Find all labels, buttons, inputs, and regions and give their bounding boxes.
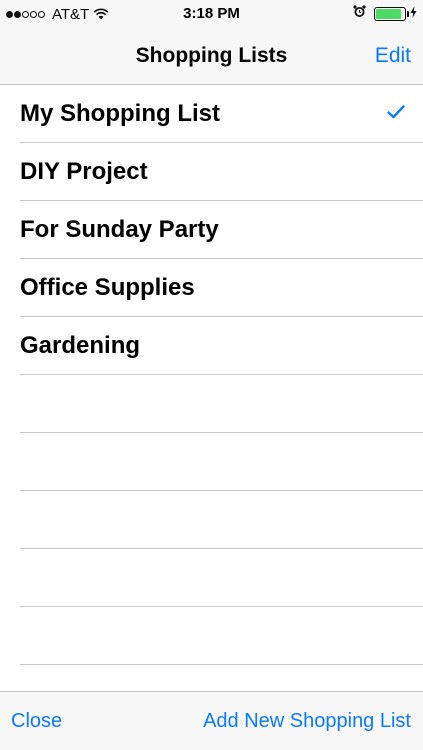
status-right [353, 5, 417, 23]
status-bar: AT&T 3:18 PM [0, 0, 423, 28]
list-item-label: Gardening [20, 332, 141, 359]
empty-row [0, 375, 423, 433]
empty-row [0, 549, 423, 607]
edit-button[interactable]: Edit [375, 44, 411, 68]
checkmark-icon [387, 105, 405, 119]
list-item[interactable]: Office Supplies [0, 259, 423, 317]
list-item[interactable]: Gardening [0, 317, 423, 375]
bottom-toolbar: Close Add New Shopping List [0, 691, 423, 750]
page-title: Shopping Lists [135, 44, 288, 67]
shopping-lists-table: My Shopping List DIY Project For Sunday … [0, 85, 423, 665]
navigation-bar: Shopping Lists Edit [0, 28, 423, 85]
list-item[interactable]: For Sunday Party [0, 201, 423, 259]
battery-fill [376, 9, 402, 19]
empty-row [0, 607, 423, 665]
list-item-label: Office Supplies [20, 274, 195, 301]
list-item[interactable]: DIY Project [0, 143, 423, 201]
battery-icon [374, 7, 409, 21]
close-button[interactable]: Close [11, 710, 62, 733]
battery-cap [407, 11, 409, 17]
battery-group [374, 5, 417, 23]
charging-bolt-icon [410, 5, 417, 23]
list-item-label: DIY Project [20, 158, 148, 185]
list-item-label: For Sunday Party [20, 216, 219, 243]
alarm-clock-icon [353, 5, 366, 23]
empty-row [0, 433, 423, 491]
list-item-label: My Shopping List [20, 100, 220, 127]
empty-row [0, 491, 423, 549]
list-item[interactable]: My Shopping List [0, 85, 423, 143]
add-new-shopping-list-button[interactable]: Add New Shopping List [203, 710, 411, 733]
